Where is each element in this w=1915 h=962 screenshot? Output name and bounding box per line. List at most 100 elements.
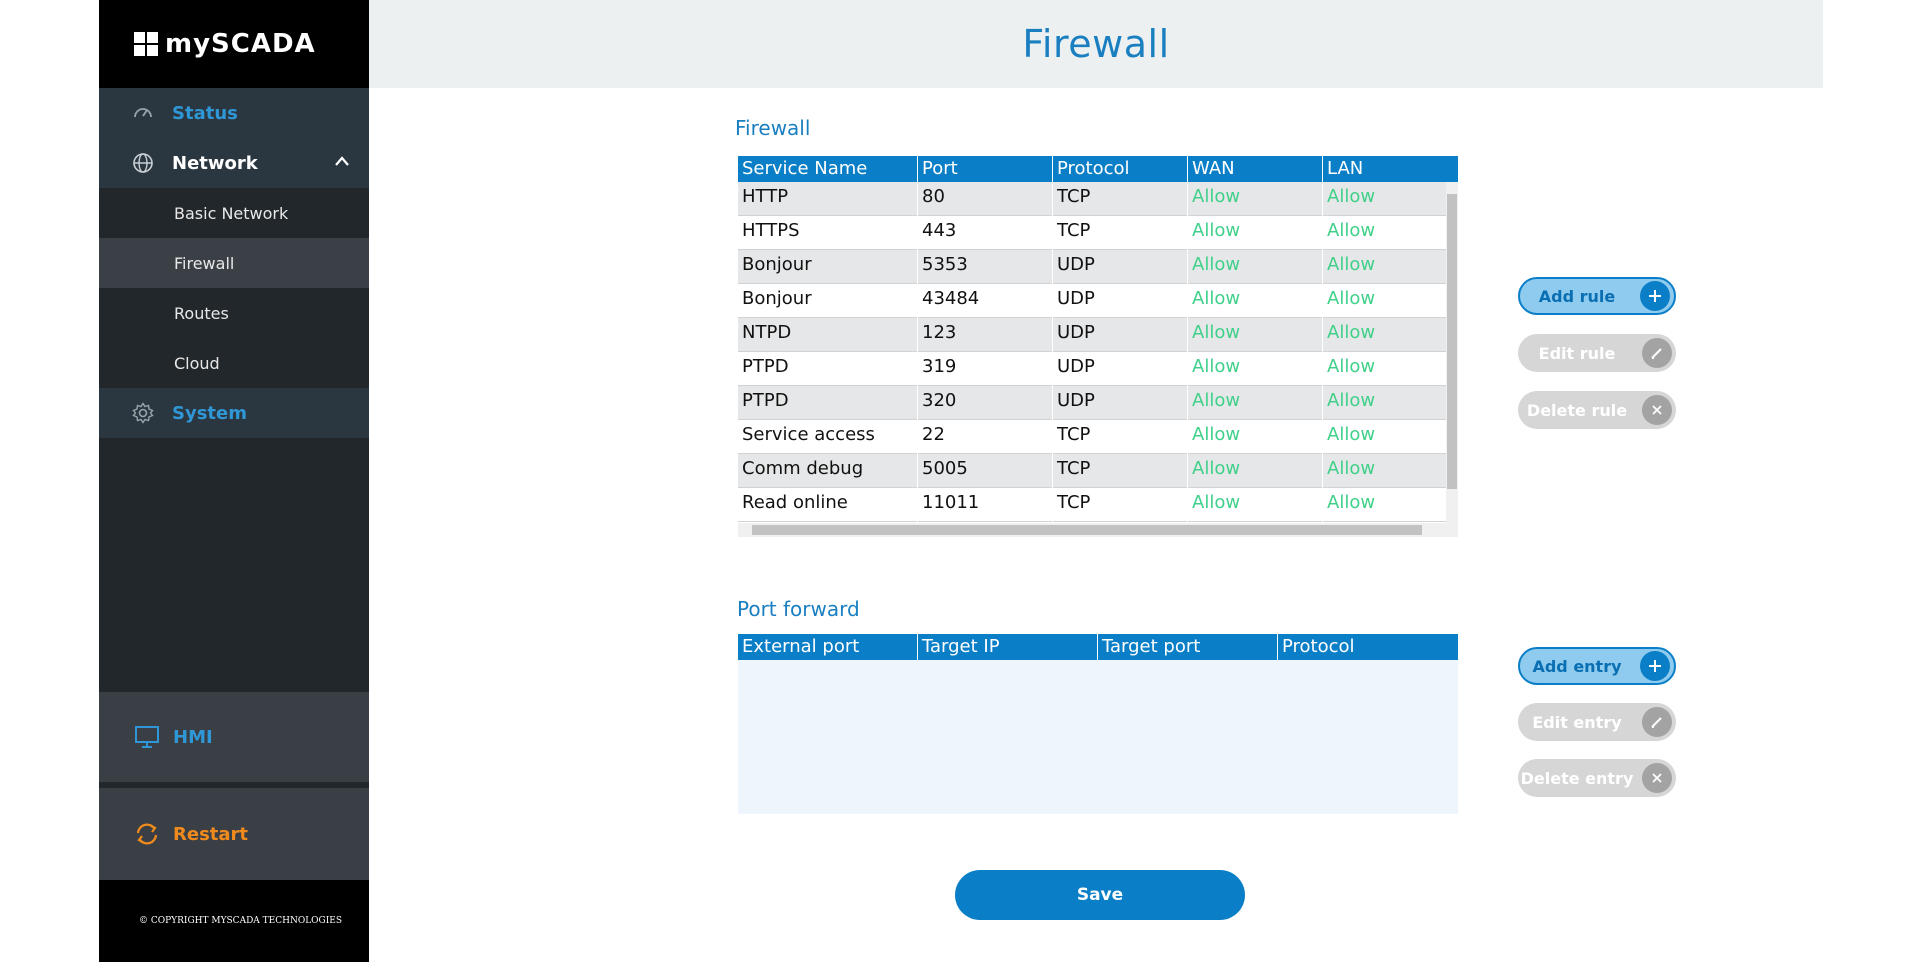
port-forward-table-body: [738, 660, 1458, 814]
edit-entry-button[interactable]: Edit entry: [1518, 703, 1676, 741]
column-header[interactable]: Target IP: [918, 634, 1098, 660]
table-cell: 43484: [918, 283, 1053, 318]
edit-rule-button[interactable]: Edit rule: [1518, 334, 1676, 372]
pencil-icon: [1642, 338, 1672, 368]
firewall-table-header: Service Name Port Protocol WAN LAN: [738, 156, 1458, 182]
nav-hmi[interactable]: HMI: [99, 692, 369, 782]
table-cell: TCP: [1053, 453, 1188, 488]
table-cell: PTPD: [738, 351, 918, 386]
pencil-icon: [1642, 707, 1672, 737]
save-button[interactable]: Save: [955, 870, 1245, 920]
table-cell: 320: [918, 385, 1053, 420]
table-cell: UDP: [1053, 249, 1188, 284]
column-header[interactable]: Service Name: [738, 156, 918, 182]
table-cell: 443: [918, 215, 1053, 250]
table-cell: TCP: [1053, 215, 1188, 250]
table-cell: Comm debug: [738, 453, 918, 488]
globe-icon: [132, 152, 154, 174]
table-cell: Allow: [1188, 487, 1323, 522]
horizontal-scrollbar[interactable]: [738, 523, 1458, 537]
port-forward-section-title: Port forward: [737, 597, 860, 621]
nav-system[interactable]: System: [99, 388, 369, 438]
vertical-scrollbar[interactable]: [1446, 182, 1458, 523]
table-cell: 11011: [918, 487, 1053, 522]
add-rule-button[interactable]: Add rule: [1518, 277, 1676, 315]
table-cell: UDP: [1053, 317, 1188, 352]
table-cell: 319: [918, 351, 1053, 386]
nav-system-label: System: [172, 402, 247, 424]
plus-icon: [1640, 651, 1670, 681]
column-header[interactable]: Target port: [1098, 634, 1278, 660]
table-row[interactable]: Read online 11011 TCP Allow Allow: [738, 487, 1458, 522]
nav-network[interactable]: Network: [99, 138, 369, 188]
table-cell: 22: [918, 419, 1053, 454]
table-cell: Allow: [1323, 215, 1458, 250]
column-header[interactable]: External port: [738, 634, 918, 660]
table-row[interactable]: PTPD 320 UDP Allow Allow: [738, 385, 1458, 420]
table-cell: TCP: [1053, 419, 1188, 454]
table-row[interactable]: Service access 22 TCP Allow Allow: [738, 419, 1458, 454]
table-cell: Allow: [1188, 419, 1323, 454]
table-cell: Allow: [1323, 487, 1458, 522]
table-cell: 5005: [918, 453, 1053, 488]
refresh-icon: [133, 820, 161, 848]
nav-network-label: Network: [172, 152, 258, 174]
port-forward-table-header: External port Target IP Target port Prot…: [738, 634, 1458, 660]
nav-restart-label: Restart: [173, 823, 249, 845]
chevron-up-icon[interactable]: [335, 155, 349, 169]
table-cell: Allow: [1323, 317, 1458, 352]
logo: mySCADA: [99, 0, 369, 88]
table-cell: Allow: [1323, 453, 1458, 488]
column-header[interactable]: WAN: [1188, 156, 1323, 182]
column-header[interactable]: LAN: [1323, 156, 1458, 182]
delete-entry-button[interactable]: Delete entry: [1518, 759, 1676, 797]
table-cell: NTPD: [738, 317, 918, 352]
subnav-routes[interactable]: Routes: [99, 288, 369, 338]
firewall-table-body: HTTP 80 TCP Allow Allow HTTPS 443 TCP Allow Allow…: [738, 182, 1458, 523]
subnav-firewall[interactable]: Firewall: [99, 238, 369, 288]
gear-icon: [132, 402, 154, 424]
table-cell: Allow: [1188, 385, 1323, 420]
table-cell: Allow: [1188, 453, 1323, 488]
table-cell: HTTP: [738, 182, 918, 216]
table-cell: Allow: [1323, 249, 1458, 284]
table-cell: Allow: [1323, 351, 1458, 386]
table-cell: Allow: [1188, 317, 1323, 352]
table-cell: Read online: [738, 487, 918, 522]
table-cell: Allow: [1188, 182, 1323, 216]
nav-restart[interactable]: Restart: [99, 788, 369, 880]
table-row[interactable]: HTTP 80 TCP Allow Allow: [738, 182, 1458, 216]
table-cell: Allow: [1323, 283, 1458, 318]
subnav-basic-network[interactable]: Basic Network: [99, 188, 369, 238]
column-header[interactable]: Protocol: [1278, 634, 1458, 660]
table-cell: Allow: [1188, 351, 1323, 386]
table-cell: Allow: [1323, 385, 1458, 420]
column-header[interactable]: Protocol: [1053, 156, 1188, 182]
table-cell: Bonjour: [738, 249, 918, 284]
table-cell: 123: [918, 317, 1053, 352]
table-cell: Allow: [1323, 419, 1458, 454]
copyright: © COPYRIGHT MYSCADA TECHNOLOGIES: [99, 880, 369, 962]
brand-name: mySCADA: [165, 29, 316, 59]
table-row[interactable]: PTPD 319 UDP Allow Allow: [738, 351, 1458, 386]
sidebar: mySCADA Status Network Basic Network Fir…: [99, 0, 369, 962]
table-cell: HTTPS: [738, 215, 918, 250]
subnav-cloud[interactable]: Cloud: [99, 338, 369, 388]
add-entry-button[interactable]: Add entry: [1518, 647, 1676, 685]
table-row[interactable]: Bonjour 5353 UDP Allow Allow: [738, 249, 1458, 284]
column-header[interactable]: Port: [918, 156, 1053, 182]
monitor-icon: [133, 723, 161, 751]
table-cell: 5353: [918, 249, 1053, 284]
gauge-icon: [132, 102, 154, 124]
nav-status[interactable]: Status: [99, 88, 369, 138]
page-header: Firewall: [369, 0, 1823, 88]
table-row[interactable]: Bonjour 43484 UDP Allow Allow: [738, 283, 1458, 318]
logo-grid-icon: [134, 32, 158, 56]
table-cell: UDP: [1053, 351, 1188, 386]
table-cell: UDP: [1053, 283, 1188, 318]
delete-rule-button[interactable]: Delete rule: [1518, 391, 1676, 429]
table-row[interactable]: Comm debug 5005 TCP Allow Allow: [738, 453, 1458, 488]
firewall-table: Service Name Port Protocol WAN LAN HTTP 8…: [738, 156, 1458, 537]
table-row[interactable]: NTPD 123 UDP Allow Allow: [738, 317, 1458, 352]
table-row[interactable]: HTTPS 443 TCP Allow Allow: [738, 215, 1458, 250]
